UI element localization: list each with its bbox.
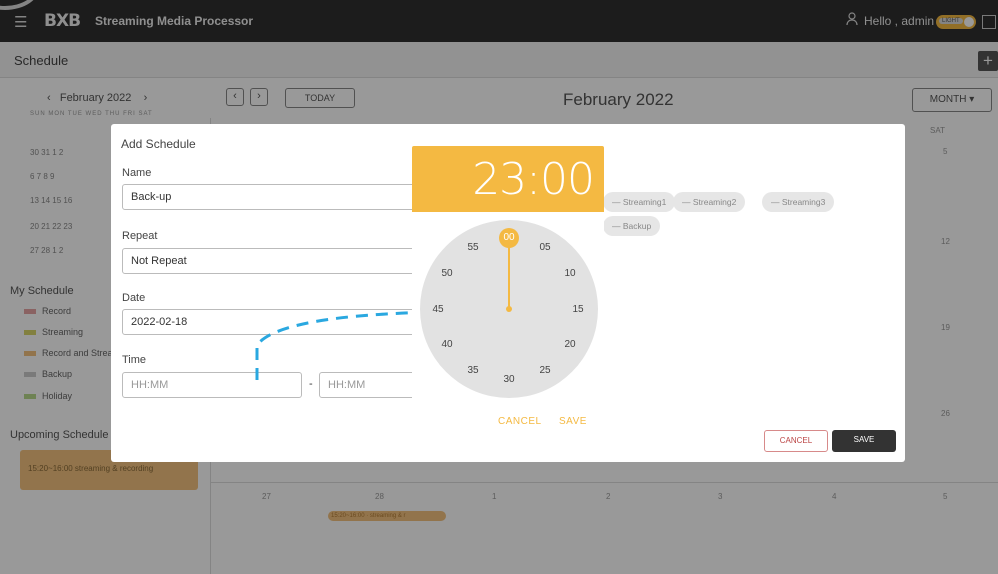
minute-15[interactable]: 15 — [569, 303, 587, 317]
name-field[interactable]: Back-up — [122, 184, 422, 210]
channel-chip[interactable]: — Streaming2 — [673, 192, 746, 212]
minute-30[interactable]: 30 — [500, 373, 518, 387]
minute-35[interactable]: 35 — [464, 364, 482, 378]
channel-chip[interactable]: — Streaming1 — [603, 192, 676, 212]
name-label: Name — [122, 167, 152, 179]
clock-center — [506, 306, 512, 312]
clock-hand — [508, 240, 510, 308]
minute-10[interactable]: 10 — [561, 267, 579, 281]
minute-40[interactable]: 40 — [438, 338, 456, 352]
channel-chip[interactable]: — Streaming3 — [762, 192, 835, 212]
picker-save-button[interactable]: SAVE — [559, 416, 587, 427]
clock-face[interactable]: 00 05 10 15 20 25 30 35 40 45 50 55 — [420, 220, 598, 398]
date-label: Date — [122, 292, 146, 304]
time-picker: 23:00 00 05 10 15 20 25 30 35 40 45 50 5… — [412, 146, 604, 440]
dialog-title: Add Schedule — [121, 137, 196, 151]
minute-55[interactable]: 55 — [464, 241, 482, 255]
time-display: 23:00 — [472, 154, 595, 205]
minute-50[interactable]: 50 — [438, 267, 456, 281]
minute-20[interactable]: 20 — [561, 338, 579, 352]
minute-25[interactable]: 25 — [536, 364, 554, 378]
repeat-select[interactable]: Not Repeat — [122, 248, 422, 274]
dialog-cancel-button[interactable]: CANCEL — [764, 430, 828, 452]
minute-05[interactable]: 05 — [536, 241, 554, 255]
dialog-save-button[interactable]: SAVE — [832, 430, 896, 452]
minute-00-selected[interactable]: 00 — [499, 228, 519, 248]
picker-cancel-button[interactable]: CANCEL — [498, 416, 542, 427]
time-picker-header: 23:00 — [412, 146, 604, 212]
repeat-label: Repeat — [122, 230, 158, 242]
channel-chip[interactable]: — Backup — [603, 216, 661, 236]
minute-45[interactable]: 45 — [429, 303, 447, 317]
time-label: Time — [122, 354, 147, 366]
